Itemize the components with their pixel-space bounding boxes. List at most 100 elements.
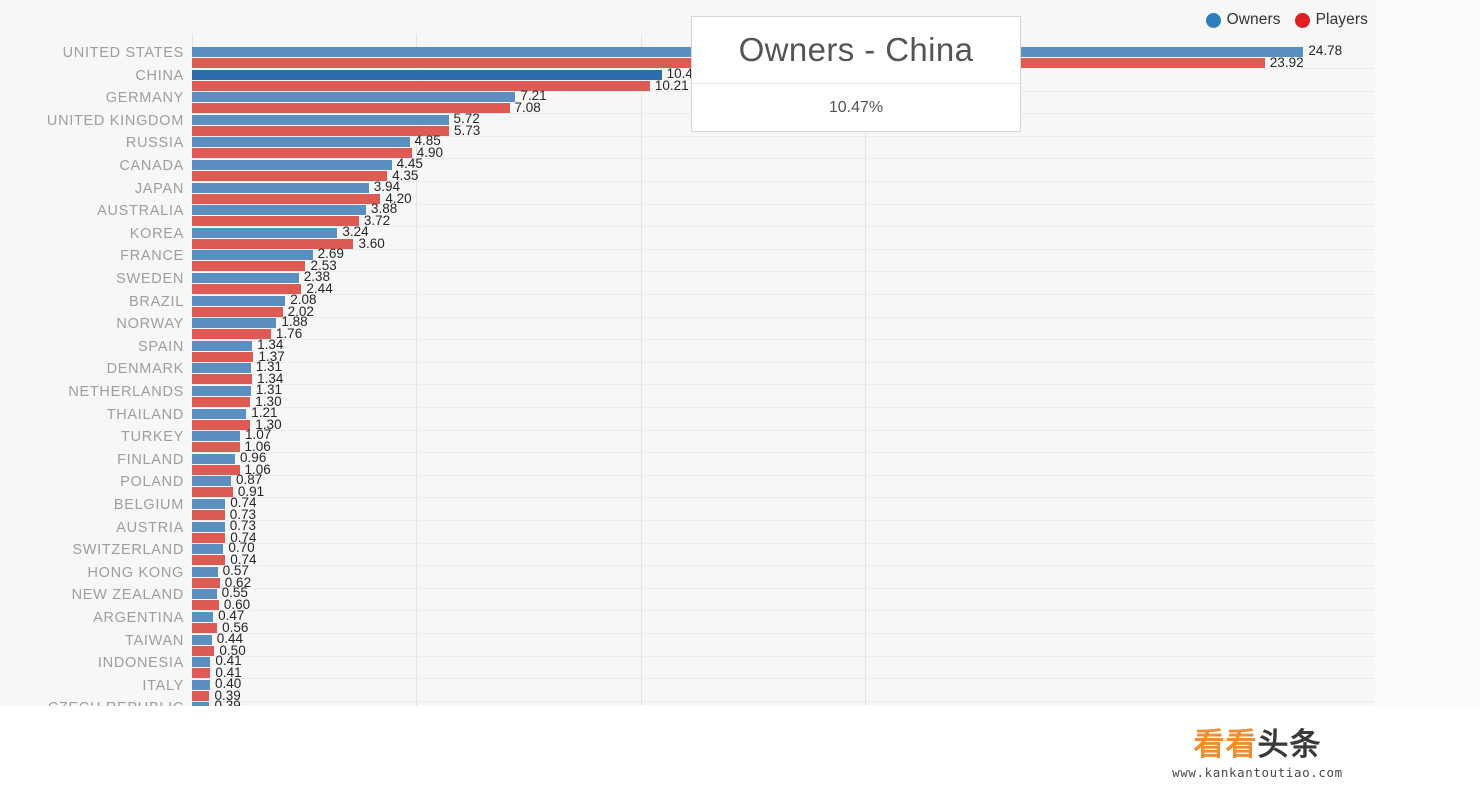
bar-owners[interactable]	[192, 160, 392, 170]
horizontal-gridline	[192, 384, 1375, 386]
bar-owners[interactable]	[192, 69, 662, 80]
horizontal-gridline	[192, 700, 1375, 702]
bar-players[interactable]	[192, 374, 253, 385]
bar-owners[interactable]	[192, 612, 214, 622]
bar-owners[interactable]	[192, 227, 338, 238]
horizontal-gridline	[192, 407, 1375, 408]
bar-owners[interactable]	[192, 566, 218, 577]
bar-value-label-players: 5.73	[453, 122, 481, 138]
category-label: SPAIN	[138, 338, 184, 355]
legend-entry-players[interactable]: Players	[1294, 11, 1368, 29]
tooltip-title: Owners - China	[692, 17, 1020, 84]
bar-owners[interactable]	[192, 589, 217, 600]
bar-players[interactable]	[192, 284, 302, 294]
bar-owners[interactable]	[192, 137, 410, 148]
category-label: ARGENTINA	[93, 610, 184, 626]
category-label: UNITED STATES	[62, 45, 184, 61]
chart-legend: Owners Players	[1205, 11, 1368, 29]
bar-players[interactable]	[192, 306, 283, 317]
bar-value-label-owners: 24.78	[1308, 43, 1343, 58]
legend-label-players: Players	[1315, 11, 1368, 28]
horizontal-gridline	[192, 294, 1375, 295]
horizontal-gridline	[192, 429, 1375, 431]
bar-players[interactable]	[192, 690, 210, 701]
horizontal-gridline	[192, 542, 1375, 544]
bar-players[interactable]	[192, 623, 218, 633]
bar-players[interactable]	[192, 577, 220, 588]
bar-players[interactable]	[192, 261, 306, 272]
horizontal-gridline	[192, 316, 1375, 318]
bar-players[interactable]	[192, 171, 388, 181]
category-label: CANADA	[119, 158, 184, 174]
bar-players[interactable]	[192, 442, 240, 453]
category-label: JAPAN	[134, 180, 184, 197]
bar-players[interactable]	[192, 193, 381, 204]
bar-players[interactable]	[192, 80, 650, 91]
bar-owners[interactable]	[192, 250, 313, 261]
bar-owners[interactable]	[192, 182, 369, 193]
category-label: SWITZERLAND	[72, 542, 184, 559]
bar-owners[interactable]	[192, 205, 367, 216]
bar-players[interactable]	[192, 397, 251, 407]
bar-players[interactable]	[192, 600, 219, 611]
bar-players[interactable]	[192, 419, 251, 430]
bar-owners[interactable]	[192, 318, 277, 329]
bar-value-label-players: 7.08	[514, 100, 541, 116]
bar-owners[interactable]	[192, 476, 232, 487]
bar-owners[interactable]	[192, 408, 247, 419]
bar-owners[interactable]	[192, 544, 224, 555]
bar-owners[interactable]	[192, 431, 240, 442]
bar-players[interactable]	[192, 464, 240, 475]
bar-players[interactable]	[192, 645, 215, 656]
horizontal-gridline	[192, 520, 1375, 521]
plot-panel-right-margin	[1375, 0, 1480, 706]
bar-owners[interactable]	[192, 634, 212, 645]
bar-value-label-players: 23.92	[1269, 55, 1304, 70]
horizontal-gridline	[192, 474, 1375, 476]
bar-owners[interactable]	[192, 114, 449, 125]
bar-players[interactable]	[192, 487, 233, 498]
category-label: RUSSIA	[125, 135, 184, 152]
bar-players[interactable]	[192, 125, 449, 136]
bar-owners[interactable]	[192, 657, 211, 668]
bar-owners[interactable]	[192, 295, 286, 306]
category-label: FINLAND	[117, 451, 184, 468]
legend-entry-owners[interactable]: Owners	[1205, 11, 1281, 29]
category-label: NETHERLANDS	[68, 384, 184, 400]
horizontal-gridline	[192, 587, 1375, 589]
category-label: TURKEY	[120, 429, 184, 446]
vertical-gridline	[640, 34, 642, 724]
bar-owners[interactable]	[192, 273, 299, 283]
bar-owners[interactable]	[192, 521, 225, 532]
watermark-logo-dark: 头条	[1257, 726, 1322, 762]
bar-players[interactable]	[192, 668, 211, 679]
bar-players[interactable]	[192, 555, 226, 566]
bar-players[interactable]	[192, 148, 412, 159]
category-label: TAIWAN	[125, 632, 184, 649]
horizontal-gridline	[192, 361, 1375, 363]
bar-players[interactable]	[192, 216, 359, 227]
horizontal-gridline	[192, 655, 1375, 657]
horizontal-gridline	[192, 497, 1375, 499]
bar-owners[interactable]	[192, 453, 236, 464]
bar-owners[interactable]	[192, 92, 516, 103]
horizontal-gridline	[192, 610, 1375, 612]
category-label: BRAZIL	[129, 293, 184, 310]
category-label: INDONESIA	[97, 655, 184, 672]
category-label: UNITED KINGDOM	[46, 112, 184, 129]
bar-players[interactable]	[192, 351, 254, 362]
bar-owners[interactable]	[192, 340, 253, 351]
bar-owners[interactable]	[192, 363, 251, 374]
circle-marker-icon	[1294, 12, 1310, 28]
bar-players[interactable]	[192, 532, 226, 543]
horizontal-gridline	[192, 339, 1375, 341]
bar-chart: UNITED STATES 24.78 23.92 CHINA 10.47 10.21 GE…	[0, 0, 1480, 802]
bar-players[interactable]	[192, 510, 225, 520]
bar-owners[interactable]	[192, 679, 210, 690]
category-label: DENMARK	[106, 361, 184, 378]
category-label: FRANCE	[120, 248, 184, 265]
category-label: NORWAY	[116, 316, 184, 333]
bar-owners[interactable]	[192, 499, 226, 509]
bottom-strip	[0, 706, 1035, 802]
bar-owners[interactable]	[192, 386, 251, 396]
